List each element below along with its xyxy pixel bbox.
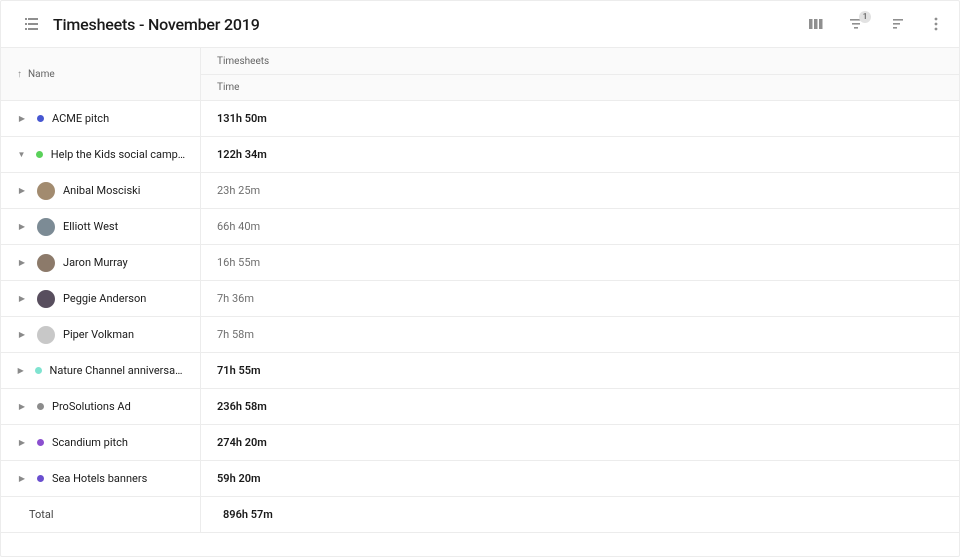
page-title: Timesheets - November 2019 [53,15,260,34]
filter-count-badge: 1 [859,11,871,23]
user-row[interactable]: ▶ Elliott West 66h 40m [1,209,959,245]
expand-icon[interactable]: ▶ [15,112,29,126]
project-name: ProSolutions Ad [52,400,131,413]
project-time: 274h 20m [217,436,267,449]
user-row[interactable]: ▶ Anibal Mosciski 23h 25m [1,173,959,209]
expand-icon[interactable]: ▶ [15,400,29,414]
user-name: Elliott West [63,220,118,233]
user-name: Anibal Mosciski [63,184,140,197]
user-time: 7h 36m [217,292,254,305]
user-name: Piper Volkman [63,328,134,341]
project-color-dot [35,367,42,374]
expand-icon[interactable]: ▶ [15,184,29,198]
columns-icon[interactable] [807,15,825,33]
project-time: 59h 20m [217,472,261,485]
user-time: 16h 55m [217,256,260,269]
column-header-time-label: Time [217,82,239,93]
project-time: 131h 50m [217,112,267,125]
project-name: ACME pitch [52,112,109,125]
user-time: 66h 40m [217,220,260,233]
avatar [37,290,55,308]
user-row[interactable]: ▶ Jaron Murray 16h 55m [1,245,959,281]
expand-icon[interactable]: ▶ [15,472,29,486]
project-name: Scandium pitch [52,436,128,449]
column-header-timesheets[interactable]: Timesheets [201,48,959,74]
project-name: Sea Hotels banners [52,472,147,485]
project-time: 122h 34m [217,148,267,161]
column-header-name[interactable]: ↑ Name [1,48,200,100]
expand-icon[interactable]: ▶ [15,328,29,342]
sort-asc-icon: ↑ [17,69,22,80]
user-row[interactable]: ▶ Peggie Anderson 7h 36m [1,281,959,317]
collapse-icon[interactable]: ▼ [15,148,28,162]
total-label: Total [29,508,54,521]
project-color-dot [37,439,44,446]
total-time: 896h 57m [217,508,273,521]
expand-icon[interactable]: ▶ [15,364,27,378]
avatar [37,218,55,236]
project-color-dot [37,403,44,410]
column-header-name-label: Name [28,69,55,80]
project-name: Nature Channel anniversary cam… [50,364,187,377]
project-color-dot [37,115,44,122]
expand-icon[interactable]: ▶ [15,292,29,306]
avatar [37,182,55,200]
column-header-timesheets-label: Timesheets [217,56,269,67]
project-row[interactable]: ▶ Nature Channel anniversary cam… 71h 55… [1,353,959,389]
user-name: Peggie Anderson [63,292,146,305]
sort-icon[interactable] [887,15,905,33]
project-row[interactable]: ▶ ProSolutions Ad 236h 58m [1,389,959,425]
project-name: Help the Kids social campaign [51,148,186,161]
project-color-dot [36,151,43,158]
project-color-dot [37,475,44,482]
project-row[interactable]: ▼ Help the Kids social campaign 122h 34m [1,137,959,173]
project-row[interactable]: ▶ Sea Hotels banners 59h 20m [1,461,959,497]
project-row[interactable]: ▶ Scandium pitch 274h 20m [1,425,959,461]
avatar [37,326,55,344]
avatar [37,254,55,272]
more-icon[interactable] [927,15,945,33]
column-header-time[interactable]: Time [201,74,959,100]
user-name: Jaron Murray [63,256,128,269]
expand-icon[interactable]: ▶ [15,220,29,234]
project-row[interactable]: ▶ ACME pitch 131h 50m [1,101,959,137]
table-header: ↑ Name Timesheets Time [1,47,959,101]
expand-icon[interactable]: ▶ [15,256,29,270]
project-time: 71h 55m [217,364,261,377]
expand-icon[interactable]: ▶ [15,436,29,450]
project-time: 236h 58m [217,400,267,413]
topbar: Timesheets - November 2019 1 [1,1,959,47]
table-body: ▶ ACME pitch 131h 50m ▼ Help the Kids so… [1,101,959,556]
total-row: Total 896h 57m [1,497,959,533]
filter-icon[interactable]: 1 [847,15,865,33]
user-time: 23h 25m [217,184,260,197]
list-view-icon[interactable] [23,15,41,33]
user-row[interactable]: ▶ Piper Volkman 7h 58m [1,317,959,353]
user-time: 7h 58m [217,328,254,341]
